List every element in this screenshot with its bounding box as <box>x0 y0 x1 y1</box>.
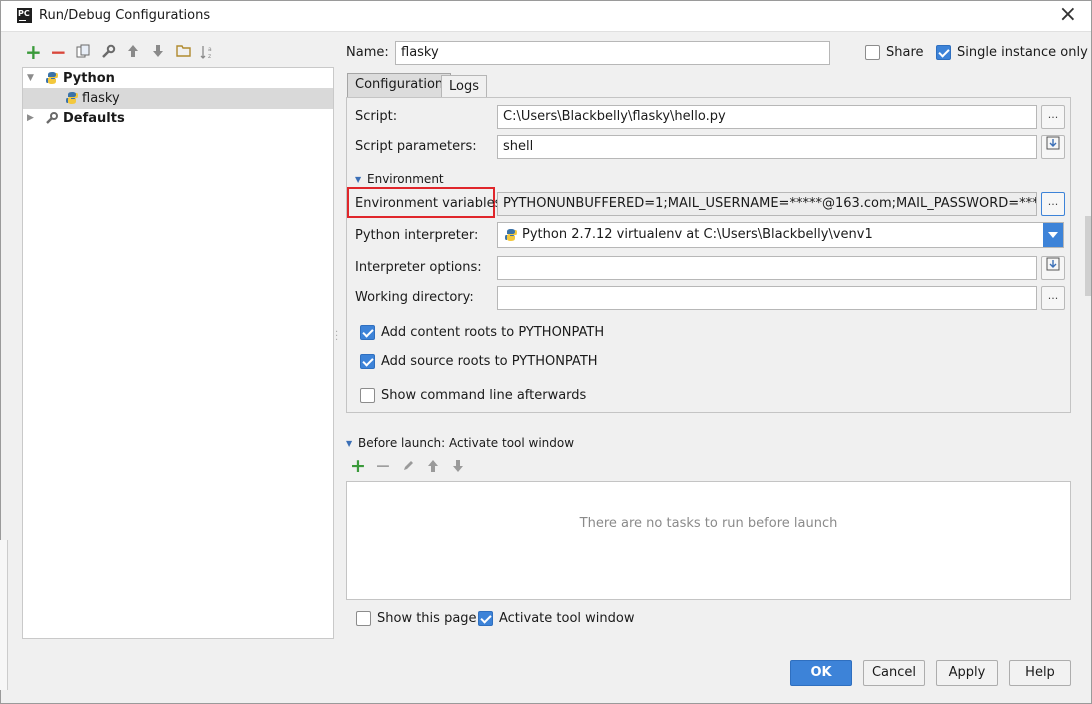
show-command-line-label[interactable]: Show command line afterwards <box>381 388 586 403</box>
script-label: Script: <box>355 109 398 124</box>
tree-item-defaults[interactable]: ▶ Defaults <box>23 108 333 129</box>
edit-task-icon[interactable] <box>400 459 416 475</box>
apply-button[interactable]: Apply <box>936 660 998 686</box>
content-roots-checkbox[interactable] <box>360 325 375 340</box>
working-directory-label: Working directory: <box>355 290 474 305</box>
expand-interpreter-options-button[interactable] <box>1041 256 1065 280</box>
python-run-config-icon <box>66 92 78 104</box>
close-icon[interactable]: × <box>1059 3 1077 27</box>
browse-working-directory-button[interactable]: ... <box>1041 286 1065 310</box>
environment-variables-label: Environment variables: <box>355 196 506 211</box>
before-launch-collapse-icon[interactable]: ▼ <box>346 439 352 448</box>
copy-icon[interactable] <box>75 44 91 60</box>
move-down-icon[interactable] <box>150 44 166 60</box>
move-up-icon[interactable] <box>125 44 141 60</box>
window-title: Run/Debug Configurations <box>39 8 211 23</box>
remove-task-icon[interactable]: − <box>375 457 391 476</box>
python-interpreter-label: Python interpreter: <box>355 228 479 243</box>
chevron-down-icon[interactable] <box>1043 223 1063 247</box>
move-task-up-icon[interactable] <box>425 459 441 475</box>
svg-text:z: z <box>208 53 211 60</box>
add-icon[interactable]: + <box>25 42 42 62</box>
python-interpreter-dropdown[interactable]: Python 2.7.12 virtualenv at C:\Users\Bla… <box>497 222 1064 248</box>
tab-logs[interactable]: Logs <box>441 75 487 97</box>
pycharm-app-icon: PC <box>17 8 32 23</box>
splitter-handle[interactable]: · · · <box>335 328 338 346</box>
sort-az-icon[interactable]: az <box>200 44 216 60</box>
name-label: Name: <box>346 45 389 60</box>
title-bar: PC Run/Debug Configurations × <box>1 1 1091 32</box>
background-window-edge <box>0 540 8 690</box>
collapse-arrow-icon[interactable]: ▶ <box>27 108 34 129</box>
interpreter-options-label: Interpreter options: <box>355 260 482 275</box>
tree-item-python[interactable]: ▼ Python <box>23 68 333 89</box>
script-field[interactable]: C:\Users\Blackbelly\flasky\hello.py <box>497 105 1037 129</box>
interpreter-options-field[interactable] <box>497 256 1037 280</box>
share-label[interactable]: Share <box>886 45 924 60</box>
tree-item-label: Python <box>63 71 115 86</box>
tree-item-flasky[interactable]: flasky <box>23 88 333 109</box>
expand-parameters-button[interactable] <box>1041 135 1065 159</box>
cancel-button[interactable]: Cancel <box>863 660 925 686</box>
source-roots-label[interactable]: Add source roots to PYTHONPATH <box>381 354 598 369</box>
single-instance-label[interactable]: Single instance only <box>957 45 1088 60</box>
before-launch-title: Before launch: Activate tool window <box>358 436 575 450</box>
show-command-line-checkbox[interactable] <box>360 388 375 403</box>
environment-collapse-icon[interactable]: ▼ <box>355 175 361 184</box>
script-parameters-label: Script parameters: <box>355 139 477 154</box>
python-icon <box>505 229 517 241</box>
expand-field-icon <box>1046 136 1060 150</box>
background-scrollbar <box>1085 216 1091 296</box>
show-this-page-label[interactable]: Show this page <box>377 611 477 626</box>
configuration-tree[interactable]: ▼ Python flasky ▶ Defaults <box>22 67 334 639</box>
folder-icon[interactable] <box>175 44 191 60</box>
before-launch-task-list[interactable]: There are no tasks to run before launch <box>346 481 1071 600</box>
content-roots-label[interactable]: Add content roots to PYTHONPATH <box>381 325 604 340</box>
browse-script-button[interactable]: ... <box>1041 105 1065 129</box>
add-task-icon[interactable]: + <box>350 457 366 476</box>
working-directory-field[interactable] <box>497 286 1037 310</box>
tree-item-label: flasky <box>82 91 120 106</box>
show-this-page-checkbox[interactable] <box>356 611 371 626</box>
python-icon <box>46 72 58 84</box>
svg-text:a: a <box>208 46 212 53</box>
wrench-icon[interactable] <box>100 44 116 60</box>
empty-tasks-message: There are no tasks to run before launch <box>579 516 838 531</box>
move-task-down-icon[interactable] <box>450 459 466 475</box>
environment-variables-field[interactable]: PYTHONUNBUFFERED=1;MAIL_USERNAME=*****@1… <box>497 192 1037 216</box>
ok-button[interactable]: OK <box>790 660 852 686</box>
app-icon-text: PC <box>18 9 30 18</box>
environment-section-title: Environment <box>367 172 444 186</box>
share-checkbox[interactable] <box>865 45 880 60</box>
activate-tool-window-checkbox[interactable] <box>478 611 493 626</box>
single-instance-checkbox[interactable] <box>936 45 951 60</box>
expand-field-icon <box>1046 257 1060 271</box>
activate-tool-window-label[interactable]: Activate tool window <box>499 611 634 626</box>
run-debug-configurations-dialog: PC Run/Debug Configurations × + − az ▼ P… <box>0 0 1092 704</box>
source-roots-checkbox[interactable] <box>360 354 375 369</box>
script-parameters-field[interactable]: shell <box>497 135 1037 159</box>
edit-environment-variables-button[interactable]: ... <box>1041 192 1065 216</box>
name-field[interactable]: flasky <box>395 41 830 65</box>
python-interpreter-value: Python 2.7.12 virtualenv at C:\Users\Bla… <box>522 227 873 242</box>
help-button[interactable]: Help <box>1009 660 1071 686</box>
tree-item-label: Defaults <box>63 111 125 126</box>
tab-configuration[interactable]: Configuration <box>347 73 452 97</box>
expand-arrow-icon[interactable]: ▼ <box>27 68 34 89</box>
defaults-wrench-icon <box>46 112 58 124</box>
remove-icon[interactable]: − <box>50 42 67 62</box>
